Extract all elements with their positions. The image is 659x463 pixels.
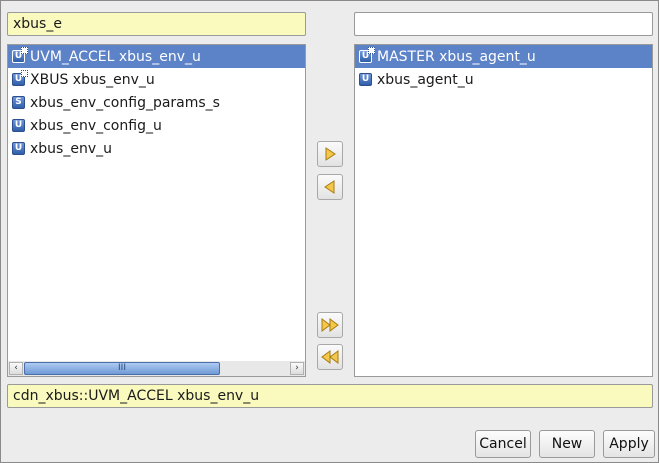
left-filter-value: xbus_e <box>13 16 62 32</box>
double-arrow-left-icon <box>321 350 339 364</box>
arrow-right-icon <box>325 147 336 161</box>
scroll-right-icon[interactable]: › <box>290 362 304 375</box>
cancel-button[interactable]: Cancel <box>475 430 531 458</box>
double-arrow-right-icon <box>321 318 339 332</box>
list-item[interactable]: U xbus_env_config_u <box>8 114 305 137</box>
list-item-label: XBUS xbus_env_u <box>30 71 155 88</box>
list-item-label: xbus_env_config_params_s <box>30 94 220 111</box>
selected-list[interactable]: U MASTER xbus_agent_u U xbus_agent_u <box>354 44 653 377</box>
unit-plus-icon: U <box>359 47 375 63</box>
dialog-frame: xbus_e U UVM_ACCEL xbus_env_u U XBUS xbu… <box>0 0 659 463</box>
new-button[interactable]: New <box>539 430 595 458</box>
left-filter-input[interactable]: xbus_e <box>7 12 306 36</box>
scrollbar-thumb[interactable]: III <box>24 362 220 375</box>
arrow-left-icon <box>324 180 335 194</box>
list-item-label: UVM_ACCEL xbus_env_u <box>30 48 201 65</box>
list-item-label: MASTER xbus_agent_u <box>377 48 536 65</box>
unit-icon: U <box>359 73 372 86</box>
move-all-right-button[interactable] <box>317 312 343 338</box>
list-item[interactable]: U XBUS xbus_env_u <box>8 68 305 91</box>
move-all-left-button[interactable] <box>317 344 343 370</box>
list-item-label: xbus_env_config_u <box>30 117 162 134</box>
list-item[interactable]: U xbus_agent_u <box>355 68 652 91</box>
unit-plus-icon: U <box>12 70 28 86</box>
available-list[interactable]: U UVM_ACCEL xbus_env_u U XBUS xbus_env_u… <box>7 44 306 362</box>
unit-icon: U <box>12 119 25 132</box>
unit-icon: U <box>12 142 25 155</box>
selection-path-field[interactable]: cdn_xbus::UVM_ACCEL xbus_env_u <box>7 384 653 408</box>
selection-path-value: cdn_xbus::UVM_ACCEL xbus_env_u <box>13 388 260 404</box>
move-right-button[interactable] <box>317 141 343 167</box>
horizontal-scrollbar[interactable]: ‹ III › <box>7 361 306 377</box>
list-item[interactable]: S xbus_env_config_params_s <box>8 91 305 114</box>
struct-icon: S <box>12 96 25 109</box>
list-item-label: xbus_agent_u <box>377 71 474 88</box>
apply-button[interactable]: Apply <box>603 430 655 458</box>
list-item[interactable]: U MASTER xbus_agent_u <box>355 45 652 68</box>
list-item[interactable]: U xbus_env_u <box>8 137 305 160</box>
scroll-left-icon[interactable]: ‹ <box>9 362 23 375</box>
right-filter-input[interactable] <box>354 12 653 36</box>
list-item-label: xbus_env_u <box>30 140 112 157</box>
unit-plus-icon: U <box>12 47 28 63</box>
move-left-button[interactable] <box>317 174 343 200</box>
list-item[interactable]: U UVM_ACCEL xbus_env_u <box>8 45 305 68</box>
